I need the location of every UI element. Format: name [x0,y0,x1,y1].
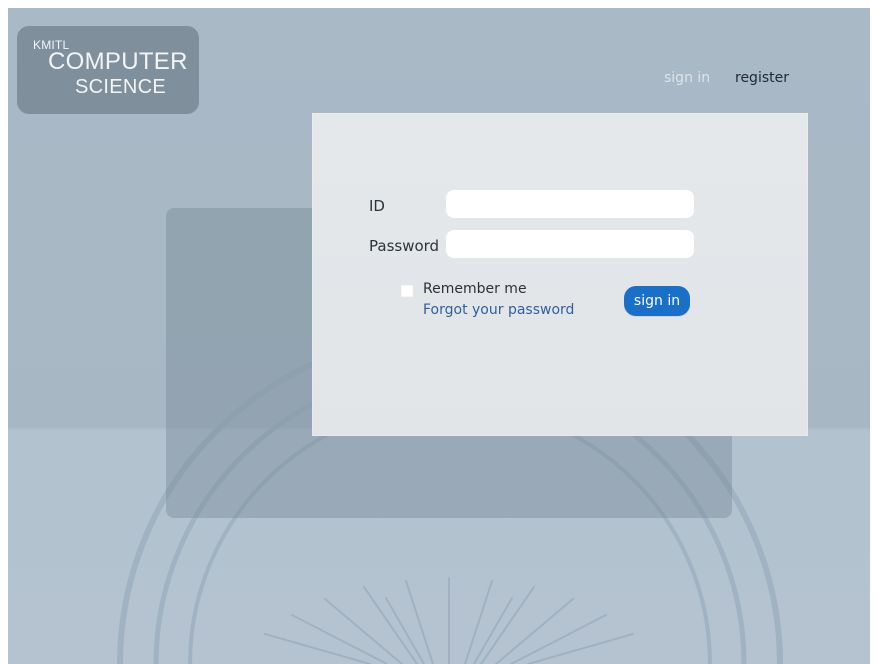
nav-sign-in-link[interactable]: sign in [664,70,710,86]
login-page: KMITL COMPUTER SCIENCE sign in register … [0,0,878,664]
login-panel: ID Password Remember me Forgot your pass… [312,113,808,436]
remember-me-checkbox[interactable] [401,285,413,297]
logo-line-3: SCIENCE [75,76,167,98]
password-label: Password [369,237,440,255]
password-input[interactable] [446,230,694,258]
logo-line-2: COMPUTER [48,48,188,75]
id-label: ID [369,197,385,215]
nav-register-link[interactable]: register [735,70,789,86]
sign-in-button[interactable]: sign in [624,286,690,316]
id-input[interactable] [446,190,694,218]
forgot-password-link[interactable]: Forgot your password [423,302,574,318]
site-logo: KMITL COMPUTER SCIENCE [17,26,199,114]
remember-me-label: Remember me [423,281,527,297]
app-viewport: KMITL COMPUTER SCIENCE sign in register … [8,8,870,664]
